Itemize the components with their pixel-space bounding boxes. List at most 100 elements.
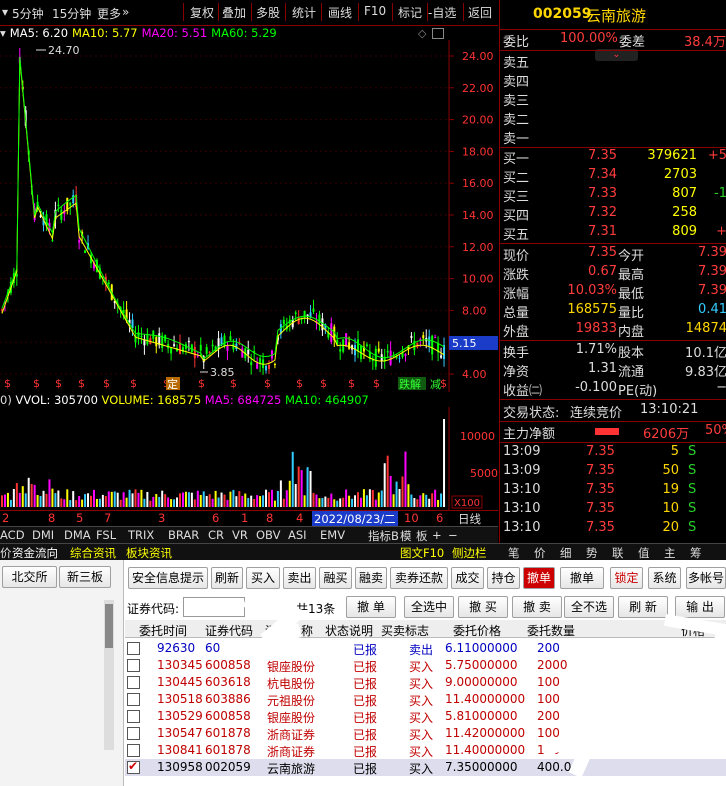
indicator-tab-brar[interactable]: BRAR xyxy=(168,528,199,542)
indicator-tab-dmi[interactable]: DMI xyxy=(32,528,54,542)
weibi-value: 100.00% xyxy=(560,31,618,46)
indicator-tab-obv[interactable]: OBV xyxy=(256,528,280,542)
indicator-tab-指标b[interactable]: 指标B xyxy=(368,528,399,543)
indicator-tab-+[interactable]: + xyxy=(432,528,442,542)
ding-label: 定 xyxy=(167,377,178,391)
volume-bar xyxy=(15,483,18,507)
period-15min[interactable]: 15分钟 xyxy=(52,5,91,22)
indicator-tab-cr[interactable]: CR xyxy=(208,528,224,542)
period-dropdown-icon[interactable]: ▾ xyxy=(2,5,8,19)
overlay-button[interactable]: 叠加 xyxy=(222,4,246,21)
indicator-tab-acd[interactable]: ACD xyxy=(0,528,25,542)
tab-bse[interactable]: 北交所 xyxy=(2,566,57,588)
ask-row[interactable]: 卖五 xyxy=(500,52,726,71)
vol-ma10-value: MA10: 464907 xyxy=(285,393,369,407)
right-tab-8[interactable]: 主 xyxy=(664,545,676,561)
ask-row[interactable]: 卖二 xyxy=(500,109,726,128)
bid-row[interactable]: 买四 7.32 258 xyxy=(500,205,726,224)
volume-bar xyxy=(410,494,413,507)
volume-chart[interactable]: 10000 5000 X100 xyxy=(0,407,498,510)
bid-row[interactable]: 买一 7.35 379621 +5 xyxy=(500,148,726,167)
signal-s-mark: $ xyxy=(348,377,355,390)
bid-row[interactable]: 买三 7.33 807 -1 xyxy=(500,186,726,205)
sidebar-scrollbar[interactable] xyxy=(104,600,114,750)
stat-row: 涨跌 0.67 最高 7.39 xyxy=(500,264,726,283)
tab-price[interactable]: 价 xyxy=(0,545,12,561)
volume-bar xyxy=(137,492,140,507)
right-tab-7[interactable]: 值 xyxy=(638,545,650,561)
price-tick: 14.00 xyxy=(462,209,494,222)
draw-line-button[interactable]: 画线 xyxy=(328,4,352,21)
right-tab-4[interactable]: 细 xyxy=(560,545,572,561)
tab-capital-flow[interactable]: 资金流向 xyxy=(12,545,58,561)
stat-label: 内盘 xyxy=(618,325,645,340)
stat-value: 19833 xyxy=(575,321,617,336)
watchlist-button[interactable]: -自选 xyxy=(428,4,456,21)
signal-s-mark: $ xyxy=(373,377,380,390)
indicator-tab-模[interactable]: 模 xyxy=(400,528,412,543)
ask-row[interactable]: 卖三 xyxy=(500,90,726,109)
volume-bar xyxy=(273,500,276,507)
more-dropdown-icon[interactable]: » xyxy=(122,5,129,19)
volume-bar xyxy=(95,498,98,507)
indicator-tab-asi[interactable]: ASI xyxy=(288,528,307,542)
right-tab-5[interactable]: 势 xyxy=(586,545,598,561)
volume-bar xyxy=(104,496,107,507)
volume-bar xyxy=(69,500,72,507)
stat-label: 最低 xyxy=(618,287,645,302)
candle-body xyxy=(330,323,333,342)
candle-body xyxy=(187,340,190,343)
right-tab-9[interactable]: 筹 xyxy=(690,545,702,561)
indicator-tab-emv[interactable]: EMV xyxy=(320,528,345,542)
right-tab-2[interactable]: 笔 xyxy=(508,545,520,561)
candle-body xyxy=(339,349,342,352)
period-5min[interactable]: 5分钟 xyxy=(12,5,44,22)
volume-value: VOLUME: 168575 xyxy=(101,393,202,407)
ask-row[interactable]: 卖一 xyxy=(500,128,726,147)
right-tab-6[interactable]: 联 xyxy=(612,545,624,561)
volume-bar xyxy=(279,480,282,507)
ma-legend-icon[interactable]: ▾ xyxy=(0,26,6,40)
volume-bar xyxy=(54,493,57,507)
stats-button[interactable]: 统计 xyxy=(292,4,316,21)
indicator-tab-板[interactable]: 板 xyxy=(416,528,428,543)
volume-bar xyxy=(383,463,386,507)
volume-bar xyxy=(324,496,327,507)
stat-label: 最高 xyxy=(618,268,645,283)
right-tab-0[interactable]: 图文F10 xyxy=(400,545,444,561)
volume-bar xyxy=(428,498,431,507)
weicha-label: 委差 xyxy=(619,35,646,50)
volume-bar xyxy=(140,489,143,507)
tab-neeq[interactable]: 新三板 xyxy=(59,566,111,588)
right-tab-1[interactable]: 侧边栏 xyxy=(452,545,487,561)
candle-body xyxy=(431,335,434,355)
bid-row[interactable]: 买五 7.31 809 + xyxy=(500,224,726,243)
signal-s-mark: $ xyxy=(78,377,85,390)
f10-button[interactable]: F10 xyxy=(364,4,386,18)
fuquan-button[interactable]: 复权 xyxy=(190,4,214,21)
indicator-tab-trix[interactable]: TRIX xyxy=(128,528,154,542)
ask-row[interactable]: 卖四 xyxy=(500,71,726,90)
diamond-icon[interactable]: ◇ xyxy=(418,27,426,40)
tab-sector-news[interactable]: 板块资讯 xyxy=(126,545,172,561)
volume-bar xyxy=(48,479,51,507)
kline-chart[interactable]: 24.00 22.00 20.00 18.00 16.00 14.00 12.00 10.00… xyxy=(0,40,498,392)
bid-row[interactable]: 买二 7.34 2703 xyxy=(500,167,726,186)
indicator-tab-vr[interactable]: VR xyxy=(232,528,248,542)
right-tab-3[interactable]: 价 xyxy=(534,545,546,561)
volume-bar xyxy=(161,490,164,507)
indicator-tab-dma[interactable]: DMA xyxy=(64,528,91,542)
indicator-tab-fsl[interactable]: FSL xyxy=(96,528,116,542)
volume-bar xyxy=(238,491,241,507)
candle-body xyxy=(247,349,250,355)
mark-button[interactable]: 标记 xyxy=(398,4,422,21)
more-periods[interactable]: 更多 xyxy=(97,5,121,22)
multi-stock-button[interactable]: 多股 xyxy=(256,4,280,21)
daily-line-label[interactable]: 日线 xyxy=(458,511,481,527)
ma10-line xyxy=(1,58,445,365)
tab-news[interactable]: 综合资讯 xyxy=(70,545,116,561)
indicator-tab-−[interactable]: − xyxy=(448,528,458,542)
candle-body xyxy=(146,334,149,345)
back-button[interactable]: 返回 xyxy=(468,4,492,21)
window-icon[interactable] xyxy=(432,28,444,39)
